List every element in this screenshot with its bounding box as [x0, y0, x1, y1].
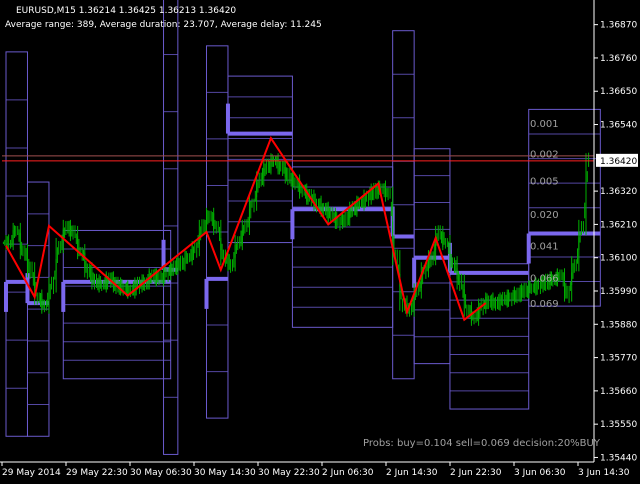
chart-background: [0, 0, 640, 480]
probability-label: 0.066: [530, 273, 559, 284]
y-tick-label: 1.35770: [600, 354, 637, 364]
probability-label: 0.005: [530, 177, 559, 188]
y-tick-label: 1.36540: [600, 121, 637, 131]
probability-label: 0.002: [530, 149, 559, 160]
probabilities-text: Probs: buy=0.104 sell=0.069 decision:20%…: [363, 438, 601, 449]
symbol-ohlc-text: EURUSD,M15 1.36214 1.36425 1.36213 1.364…: [16, 6, 236, 16]
x-tick-label: 2 Jun 14:30: [386, 468, 438, 478]
y-tick-label: 1.36650: [600, 87, 637, 97]
x-tick-label: 30 May 14:30: [194, 468, 256, 478]
price-chart: 0.001 0.002 0.005 0.020 0.041 0.066 0.069 1.36…: [0, 0, 640, 480]
chart-window: 0.001 0.002 0.005 0.020 0.041 0.066 0.069 1.36…: [0, 0, 640, 480]
probability-label: 0.041: [530, 242, 559, 253]
x-tick-label: 29 May 2014: [2, 468, 61, 478]
stats-text: Average range: 389, Average duration: 23…: [5, 20, 322, 30]
y-tick-label: 1.36100: [600, 254, 637, 264]
probability-label: 0.020: [530, 210, 559, 221]
y-tick-label: 1.35440: [600, 453, 637, 463]
probability-label: 0.069: [530, 299, 559, 310]
y-tick-label: 1.35880: [600, 320, 637, 330]
x-tick-label: 2 Jun 22:30: [450, 468, 502, 478]
y-tick-label: 1.36870: [600, 21, 637, 31]
x-tick-label: 29 May 22:30: [66, 468, 128, 478]
x-tick-label: 30 May 22:30: [258, 468, 320, 478]
y-tick-label: 1.35660: [600, 387, 637, 397]
x-tick-label: 2 Jun 06:30: [322, 468, 374, 478]
probability-label: 0.001: [530, 119, 559, 130]
y-tick-label: 1.35990: [600, 287, 637, 297]
x-tick-label: 3 Jun 06:30: [514, 468, 566, 478]
y-tick-label: 1.35550: [600, 420, 637, 430]
x-tick-label: 3 Jun 14:30: [578, 468, 630, 478]
y-tick-label: 1.36320: [600, 187, 637, 197]
y-tick-label: 1.36760: [600, 54, 637, 64]
current-price-label: 1.36420: [600, 157, 637, 167]
x-tick-label: 30 May 06:30: [130, 468, 192, 478]
y-tick-label: 1.36210: [600, 220, 637, 230]
